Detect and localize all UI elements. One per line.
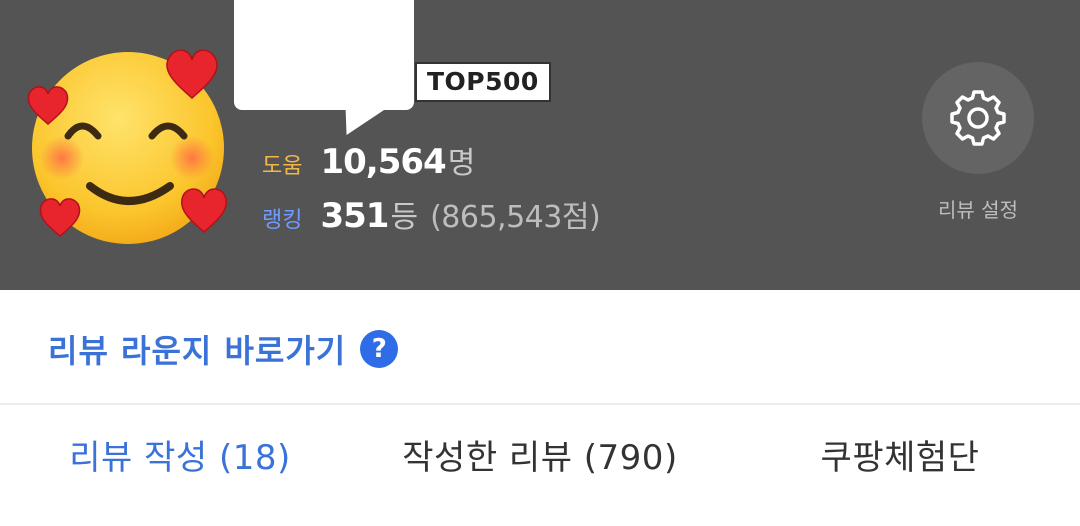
tab-coupang-experience[interactable]: 쿠팡체험단: [720, 405, 1080, 526]
help-unit: 명: [447, 146, 476, 181]
speech-bubble-tail: [334, 105, 392, 135]
review-lounge-section: 리뷰 라운지 바로가기 ?: [0, 290, 1080, 405]
ranking-points: (865,543점): [430, 200, 601, 235]
review-tabs: 리뷰 작성 (18) 작성한 리뷰 (790) 쿠팡체험단: [0, 405, 1080, 526]
tab-written-reviews[interactable]: 작성한 리뷰 (790): [360, 405, 720, 526]
gear-icon: [950, 90, 1006, 146]
review-settings-button[interactable]: [922, 62, 1034, 174]
help-count: 10,564: [320, 142, 446, 182]
review-profile-page: TOP500 도움 10,564 명 랭킹 351 등 (865,543점) 리…: [0, 0, 1080, 526]
help-stat: 도움 10,564 명: [262, 138, 475, 182]
rank-badge: TOP500: [415, 62, 551, 102]
review-lounge-label[interactable]: 리뷰 라운지 바로가기: [48, 326, 346, 372]
tab-write-review[interactable]: 리뷰 작성 (18): [0, 405, 360, 526]
question-icon[interactable]: ?: [360, 330, 399, 368]
review-lounge-link[interactable]: 리뷰 라운지 바로가기 ?: [48, 326, 399, 372]
help-label: 도움: [262, 154, 303, 179]
ranking-stat: 랭킹 351 등 (865,543점): [262, 192, 601, 236]
ranking-unit: 등: [390, 200, 419, 235]
smiling-face-with-hearts-icon: [27, 49, 227, 244]
review-settings-label: 리뷰 설정: [938, 198, 1018, 222]
speech-bubble: [234, 0, 414, 110]
profile-header: TOP500 도움 10,564 명 랭킹 351 등 (865,543점) 리…: [0, 0, 1080, 290]
ranking-label: 랭킹: [262, 208, 303, 233]
ranking-value: 351: [320, 196, 389, 236]
